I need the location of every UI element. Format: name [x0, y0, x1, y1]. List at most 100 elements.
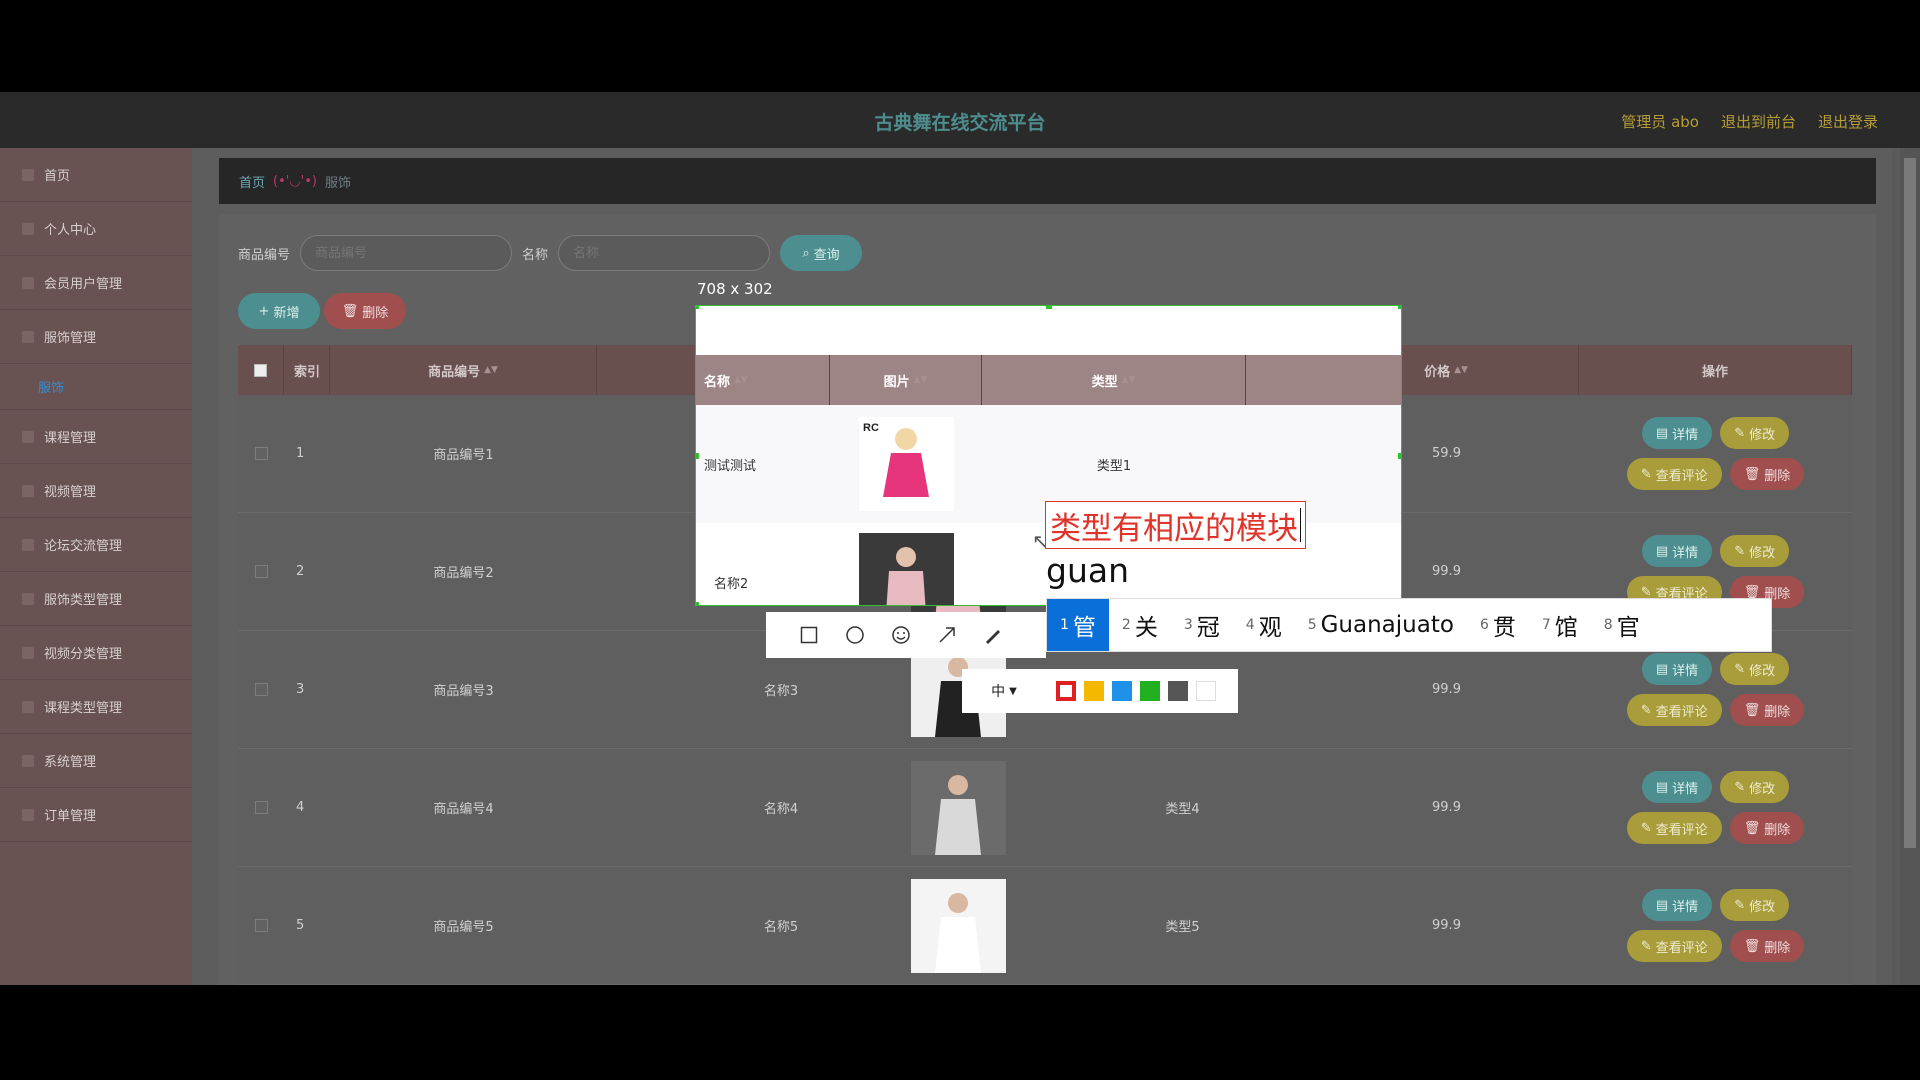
resize-handle[interactable] — [1046, 306, 1052, 309]
sidebar-item-video-categories[interactable]: 视频分类管理 — [0, 626, 192, 680]
cell-code: 商品编号4 — [433, 802, 494, 817]
table-row: 4 商品编号4 名称4 类型4 99.9 ▤ 详情 ✎ 修改 ✎ 查看评论 🗑 删除 — [238, 749, 1852, 867]
logout-link[interactable]: 退出登录 — [1818, 111, 1878, 132]
page-scrollbar[interactable] — [1900, 148, 1920, 985]
code-search-input[interactable] — [300, 235, 513, 271]
sidebar-item-members[interactable]: 会员用户管理 — [0, 256, 192, 310]
ops-line: ✎ 查看评论 🗑 删除 — [1626, 458, 1805, 490]
breadcrumb-home[interactable]: 首页 — [239, 172, 265, 191]
name-search-input[interactable] — [558, 235, 771, 271]
admin-user-link[interactable]: 管理员 abo — [1621, 111, 1699, 132]
view-reviews-button[interactable]: ✎ 查看评论 — [1626, 812, 1722, 844]
ops-line: ▤ 详情 ✎ 修改 — [1641, 417, 1790, 449]
delete-button[interactable]: 🗑 删除 — [1729, 812, 1805, 844]
pencil-icon: ✎ — [1734, 897, 1746, 913]
stroke-size-select[interactable]: 中 ▼ — [976, 677, 1032, 705]
row-checkbox[interactable] — [254, 801, 268, 814]
emoji-icon[interactable] — [890, 624, 912, 646]
doc-icon: ▤ — [1655, 661, 1669, 677]
color-swatch-blue[interactable] — [1112, 681, 1132, 701]
back-to-frontend-link[interactable]: 退出到前台 — [1721, 111, 1796, 132]
book-icon — [22, 430, 34, 443]
view-reviews-button[interactable]: ✎ 查看评论 — [1626, 930, 1722, 962]
pencil-icon: ✎ — [1734, 425, 1746, 441]
sidebar-item-forum[interactable]: 论坛交流管理 — [0, 518, 192, 572]
capture-cell-name: 测试测试 — [704, 458, 757, 474]
capture-header-image: 图片 ▲▼ — [830, 355, 982, 405]
text-annotation[interactable]: 类型有相应的模块 — [1045, 501, 1306, 549]
cell-index: 4 — [296, 800, 305, 815]
ops-line: ▤ 详情 ✎ 修改 — [1641, 771, 1790, 803]
detail-button[interactable]: ▤ 详情 — [1641, 417, 1713, 449]
resize-handle[interactable] — [1398, 306, 1401, 309]
row-checkbox[interactable] — [254, 447, 268, 460]
bulk-delete-button[interactable]: 🗑 删除 — [324, 293, 406, 329]
row-checkbox[interactable] — [254, 683, 268, 696]
cart-icon — [22, 808, 34, 821]
detail-button[interactable]: ▤ 详情 — [1641, 771, 1713, 803]
edit-button[interactable]: ✎ 修改 — [1720, 771, 1790, 803]
sidebar-item-orders[interactable]: 订单管理 — [0, 788, 192, 842]
delete-button[interactable]: 🗑 删除 — [1729, 930, 1805, 962]
svg-text:RC: RC — [863, 422, 879, 434]
ime-candidate[interactable]: 3冠 — [1171, 599, 1233, 651]
delete-button[interactable]: 🗑 删除 — [1729, 458, 1805, 490]
resize-handle[interactable] — [696, 306, 699, 309]
query-button[interactable]: ⌕ 查询 — [780, 235, 863, 271]
ime-candidate[interactable]: 6贯 — [1467, 599, 1529, 651]
ime-candidate[interactable]: 7馆 — [1529, 599, 1591, 651]
detail-button[interactable]: ▤ 详情 — [1641, 889, 1713, 921]
detail-button[interactable]: ▤ 详情 — [1641, 535, 1713, 567]
rectangle-icon[interactable] — [798, 624, 820, 646]
ime-candidate[interactable]: 2关 — [1109, 599, 1171, 651]
ops-line: ▤ 详情 ✎ 修改 — [1641, 889, 1790, 921]
sidebar-item-home[interactable]: 首页 — [0, 148, 192, 202]
edit-button[interactable]: ✎ 修改 — [1720, 889, 1790, 921]
resize-handle[interactable] — [696, 453, 699, 459]
delete-button[interactable]: 🗑 删除 — [1729, 694, 1805, 726]
edit-button[interactable]: ✎ 修改 — [1720, 653, 1790, 685]
scrollbar-thumb[interactable] — [1904, 158, 1916, 848]
arrow-icon[interactable] — [936, 624, 958, 646]
color-swatch-green[interactable] — [1140, 681, 1160, 701]
ellipse-icon[interactable] — [844, 624, 866, 646]
header-code[interactable]: 商品编号 ▲▼ — [330, 345, 597, 395]
ime-candidate[interactable]: 5 Guanajuato — [1295, 599, 1467, 651]
sidebar-item-course-types[interactable]: 课程类型管理 — [0, 680, 192, 734]
sidebar-item-clothing[interactable]: 服饰管理 — [0, 310, 192, 364]
row-checkbox[interactable] — [254, 565, 268, 578]
sidebar-item-videos[interactable]: 视频管理 — [0, 464, 192, 518]
cell-code: 商品编号1 — [433, 448, 494, 463]
select-all-checkbox[interactable] — [254, 363, 267, 377]
color-swatch-yellow[interactable] — [1084, 681, 1104, 701]
header-index: 索引 — [284, 345, 330, 395]
cell-ops: ▤ 详情 ✎ 修改 ✎ 查看评论 🗑 删除 — [1579, 867, 1852, 984]
ime-candidate[interactable]: 4观 — [1233, 599, 1295, 651]
color-swatch-gray[interactable] — [1168, 681, 1188, 701]
ime-candidate[interactable]: 1管 — [1047, 599, 1109, 651]
edit-button[interactable]: ✎ 修改 — [1720, 535, 1790, 567]
pen-icon[interactable] — [982, 624, 1004, 646]
header-links: 管理员 abo 退出到前台 退出登录 — [1621, 111, 1878, 132]
edit-button[interactable]: ✎ 修改 — [1720, 417, 1790, 449]
cell-index: 2 — [296, 564, 305, 579]
resize-handle[interactable] — [1398, 453, 1401, 459]
resize-handle[interactable] — [696, 602, 699, 605]
add-button[interactable]: + 新增 — [238, 293, 320, 329]
color-swatch-white[interactable] — [1196, 681, 1216, 701]
trash-icon: 🗑 — [1743, 466, 1761, 482]
detail-button[interactable]: ▤ 详情 — [1641, 653, 1713, 685]
view-reviews-button[interactable]: ✎ 查看评论 — [1626, 694, 1722, 726]
sidebar-item-clothing-types[interactable]: 服饰类型管理 — [0, 572, 192, 626]
row-checkbox[interactable] — [254, 919, 268, 932]
cell-price: 99.9 — [1432, 800, 1461, 815]
sidebar-item-system[interactable]: 系统管理 — [0, 734, 192, 788]
view-reviews-button[interactable]: ✎ 查看评论 — [1626, 458, 1722, 490]
color-swatch-red[interactable] — [1056, 681, 1076, 701]
sidebar-subitem-clothing[interactable]: 服饰 — [0, 364, 192, 410]
sort-icon: ▲▼ — [484, 365, 498, 375]
ime-candidate[interactable]: 8官 — [1591, 599, 1653, 651]
sidebar-item-profile[interactable]: 个人中心 — [0, 202, 192, 256]
sidebar-item-courses[interactable]: 课程管理 — [0, 410, 192, 464]
header-spacer — [597, 345, 697, 395]
